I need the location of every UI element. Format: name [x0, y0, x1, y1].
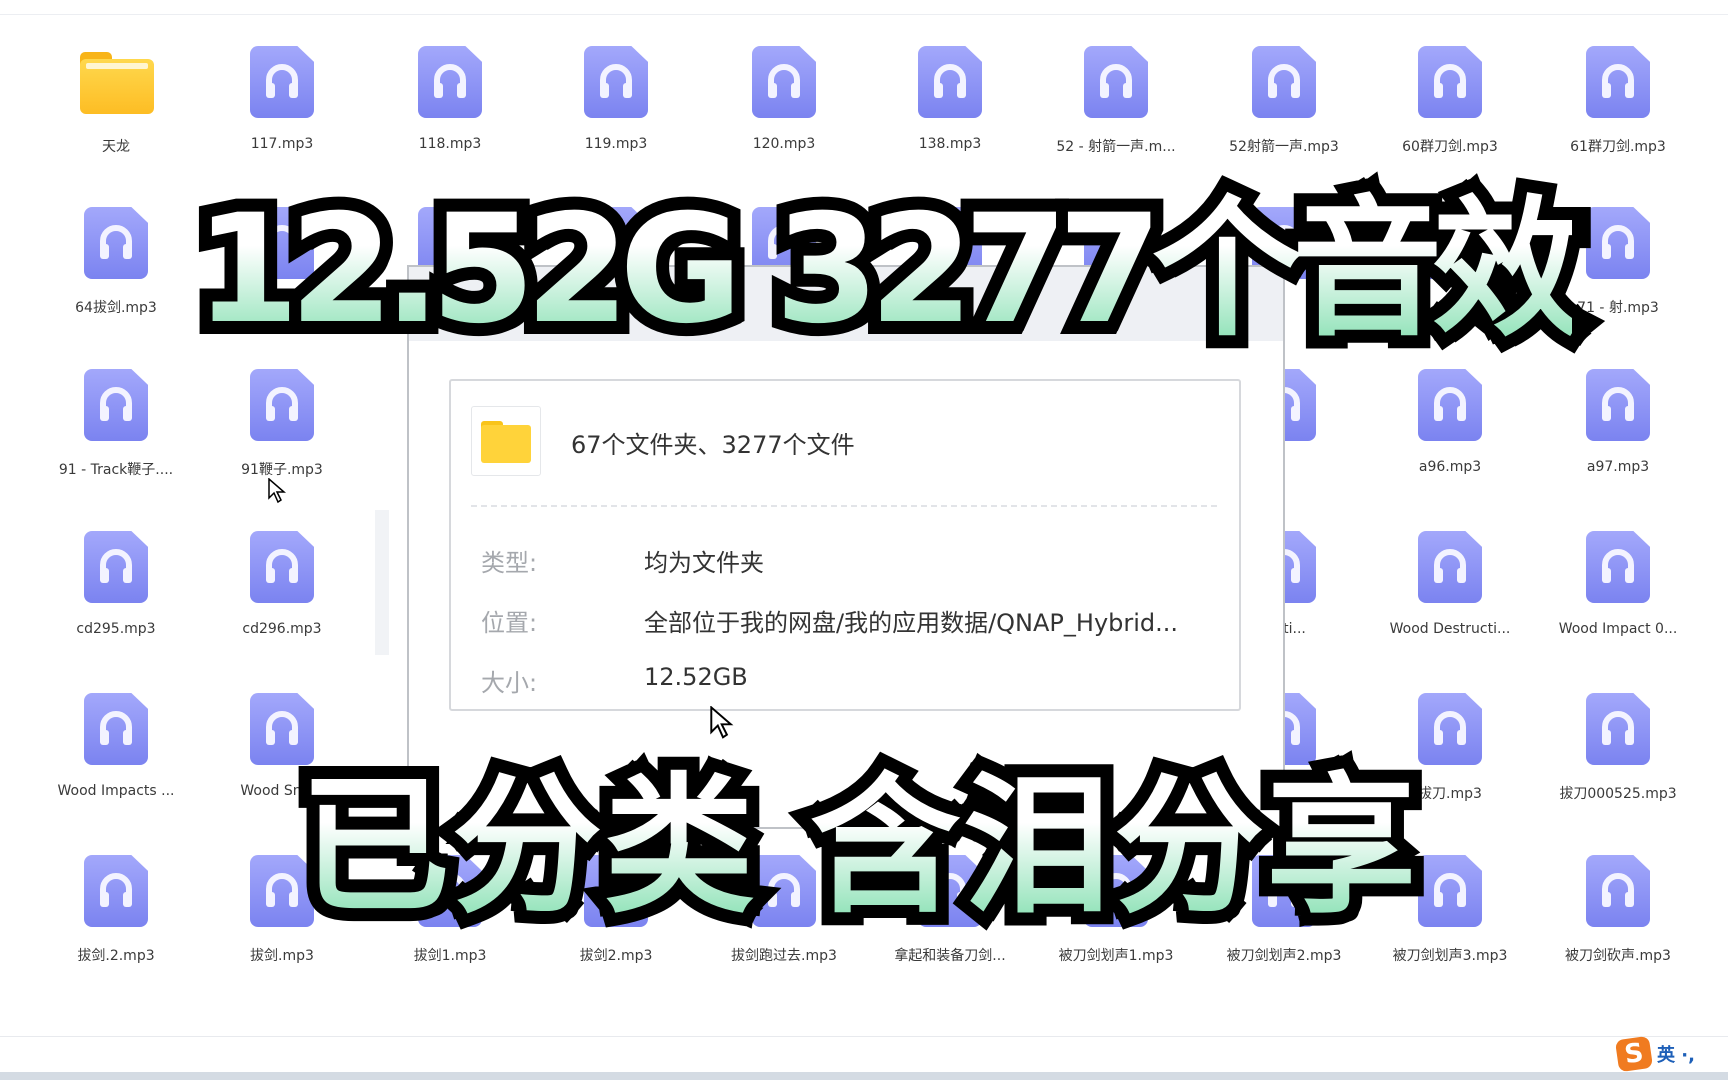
ime-toolbar[interactable]: S 英 ·,: [1614, 1035, 1695, 1073]
location-value[interactable]: 全部位于我的网盘/我的应用数据/QNAP_Hybrid...: [644, 603, 1178, 638]
audio-file-icon: [250, 531, 314, 603]
folder-item[interactable]: 天龙: [36, 46, 196, 196]
file-item[interactable]: cd295.mp3: [36, 531, 196, 681]
file-name: 拔剑.mp3: [250, 948, 314, 964]
audio-file-icon: [418, 46, 482, 118]
file-name: 被刀剑划声2.mp3: [1226, 948, 1342, 964]
mouse-cursor-icon: [268, 478, 287, 504]
audio-file-icon: [1586, 369, 1650, 441]
audio-file-icon: [250, 46, 314, 118]
audio-file-icon: [1418, 46, 1482, 118]
file-item[interactable]: cd296.mp3: [202, 531, 362, 681]
audio-file-icon: [84, 207, 148, 279]
file-name: 被刀剑砍声.mp3: [1565, 948, 1671, 964]
file-name: 拔刀000525.mp3: [1559, 786, 1677, 802]
selection-summary: 67个文件夹、3277个文件: [571, 431, 855, 459]
audio-file-icon: [84, 693, 148, 765]
sogou-ime-icon[interactable]: S: [1614, 1035, 1654, 1073]
audio-file-icon: [84, 531, 148, 603]
audio-file-icon: [1586, 855, 1650, 927]
file-item[interactable]: 拔刀000525.mp3: [1538, 693, 1698, 843]
file-name: cd296.mp3: [242, 621, 322, 637]
status-bar: [0, 1036, 1728, 1073]
file-name: 拔剑1.mp3: [413, 948, 487, 964]
audio-file-icon: [918, 46, 982, 118]
audio-file-icon: [752, 46, 816, 118]
audio-file-icon: [250, 369, 314, 441]
audio-file-icon: [84, 855, 148, 927]
file-item[interactable]: 64拔剑.mp3: [36, 207, 196, 357]
file-name: 天龙: [102, 139, 130, 155]
overlay-headline-2-text: 已分类 含泪分享: [300, 725, 1418, 942]
file-item[interactable]: 91 - Track鞭子....: [36, 369, 196, 519]
file-name: 拔剑跑过去.mp3: [731, 948, 837, 964]
audio-file-icon: [1418, 531, 1482, 603]
file-item[interactable]: [1704, 531, 1728, 681]
audio-file-icon: [1586, 693, 1650, 765]
folder-icon: [80, 52, 154, 114]
file-name: Wood Impact 0...: [1558, 621, 1678, 637]
ime-mode[interactable]: 英 ·,: [1657, 1041, 1695, 1067]
file-item[interactable]: [0, 855, 30, 1005]
file-item[interactable]: a97.mp3: [1538, 369, 1698, 519]
audio-file-icon: [1418, 693, 1482, 765]
folder-icon: [471, 406, 541, 476]
overlay-headline-1-text: 12.52G 3277个音效: [195, 148, 1582, 365]
file-name: 64拔剑.mp3: [75, 300, 157, 316]
type-value: 均为文件夹: [644, 549, 764, 577]
audio-file-icon: [1586, 46, 1650, 118]
file-name: 91 - Track鞭子....: [58, 462, 174, 478]
audio-file-icon: [1252, 46, 1316, 118]
audio-file-icon: [84, 369, 148, 441]
file-name: 91鞭子.mp3: [241, 462, 323, 478]
location-label: 位置:: [481, 609, 538, 637]
file-name: Wood Destructi...: [1389, 621, 1511, 637]
audio-file-icon: [1586, 207, 1650, 279]
file-item[interactable]: [0, 693, 30, 843]
mouse-cursor-icon: [710, 706, 734, 739]
file-item[interactable]: Wood Impact 0...: [1538, 531, 1698, 681]
audio-file-icon: [1418, 369, 1482, 441]
divider: [471, 505, 1217, 507]
file-item[interactable]: Wood Destructi...: [1370, 531, 1530, 681]
taskbar: [0, 1072, 1728, 1080]
file-name: 拔剑2.mp3: [579, 948, 653, 964]
file-name: 拔剑.2.mp3: [77, 948, 155, 964]
file-item[interactable]: 被刀剑砍声.mp3: [1538, 855, 1698, 1005]
file-name: a96.mp3: [1418, 459, 1482, 475]
audio-file-icon: [1586, 531, 1650, 603]
panel-edge: [375, 510, 389, 655]
file-item[interactable]: [0, 531, 30, 681]
file-name: a97.mp3: [1586, 459, 1650, 475]
file-name: 拿起和装备刀剑...: [894, 948, 1006, 964]
file-item[interactable]: a96.mp3: [1370, 369, 1530, 519]
size-value: 12.52GB: [644, 663, 748, 691]
file-name: 被刀剑划声1.mp3: [1058, 948, 1174, 964]
type-label: 类型:: [481, 549, 538, 577]
file-item[interactable]: Wood Impacts ...: [36, 693, 196, 843]
properties-card: 67个文件夹、3277个文件 类型: 均为文件夹 位置: 全部位于我的网盘/我的…: [449, 379, 1241, 711]
audio-file-icon: [584, 46, 648, 118]
audio-file-icon: [1084, 46, 1148, 118]
file-name: 被刀剑划声3.mp3: [1392, 948, 1508, 964]
file-item[interactable]: [1704, 693, 1728, 843]
file-name: cd295.mp3: [76, 621, 156, 637]
audio-file-icon: [1418, 855, 1482, 927]
size-label: 大小:: [481, 669, 538, 697]
file-item[interactable]: 拔剑.2.mp3: [36, 855, 196, 1005]
file-name: Wood Impacts ...: [57, 783, 175, 799]
